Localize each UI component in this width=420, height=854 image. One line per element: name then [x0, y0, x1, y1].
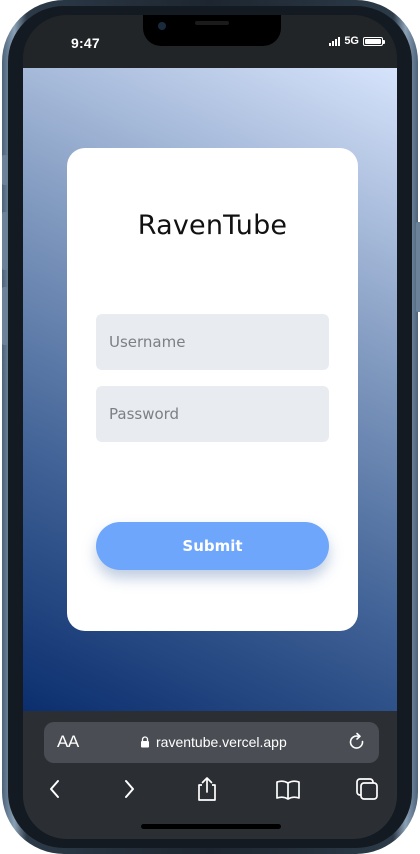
- url-display[interactable]: raventube.vercel.app: [140, 734, 287, 750]
- front-camera: [158, 22, 166, 30]
- home-indicator[interactable]: [141, 824, 281, 829]
- url-text: raventube.vercel.app: [156, 734, 287, 750]
- text-size-icon[interactable]: AA: [57, 732, 79, 752]
- phone-screen: 9:47 5G RavenTube Submit AA: [23, 15, 397, 839]
- tabs-icon[interactable]: [353, 775, 381, 803]
- notch: [143, 15, 281, 46]
- status-time: 9:47: [71, 35, 100, 51]
- browser-toolbar: [23, 771, 397, 811]
- login-card: RavenTube Submit: [67, 148, 358, 631]
- submit-button[interactable]: Submit: [96, 522, 329, 570]
- web-content: RavenTube Submit: [23, 68, 397, 711]
- lock-icon: [141, 736, 149, 748]
- browser-bar: AA raventube.vercel.app: [23, 711, 397, 839]
- power-button: [416, 222, 420, 312]
- password-input[interactable]: [96, 386, 329, 442]
- forward-icon[interactable]: [115, 775, 143, 803]
- status-indicators: 5G: [329, 35, 385, 47]
- username-input[interactable]: [96, 314, 329, 370]
- network-type: 5G: [344, 35, 359, 47]
- bookmarks-icon[interactable]: [274, 775, 302, 803]
- app-title: RavenTube: [137, 210, 288, 241]
- signal-icon: [329, 36, 341, 46]
- address-bar[interactable]: AA raventube.vercel.app: [44, 722, 379, 763]
- back-icon[interactable]: [41, 775, 69, 803]
- share-icon[interactable]: [193, 775, 221, 803]
- battery-icon: [363, 36, 385, 46]
- reload-icon[interactable]: [347, 732, 367, 752]
- status-bar: 9:47 5G: [23, 15, 397, 68]
- speaker: [195, 21, 229, 25]
